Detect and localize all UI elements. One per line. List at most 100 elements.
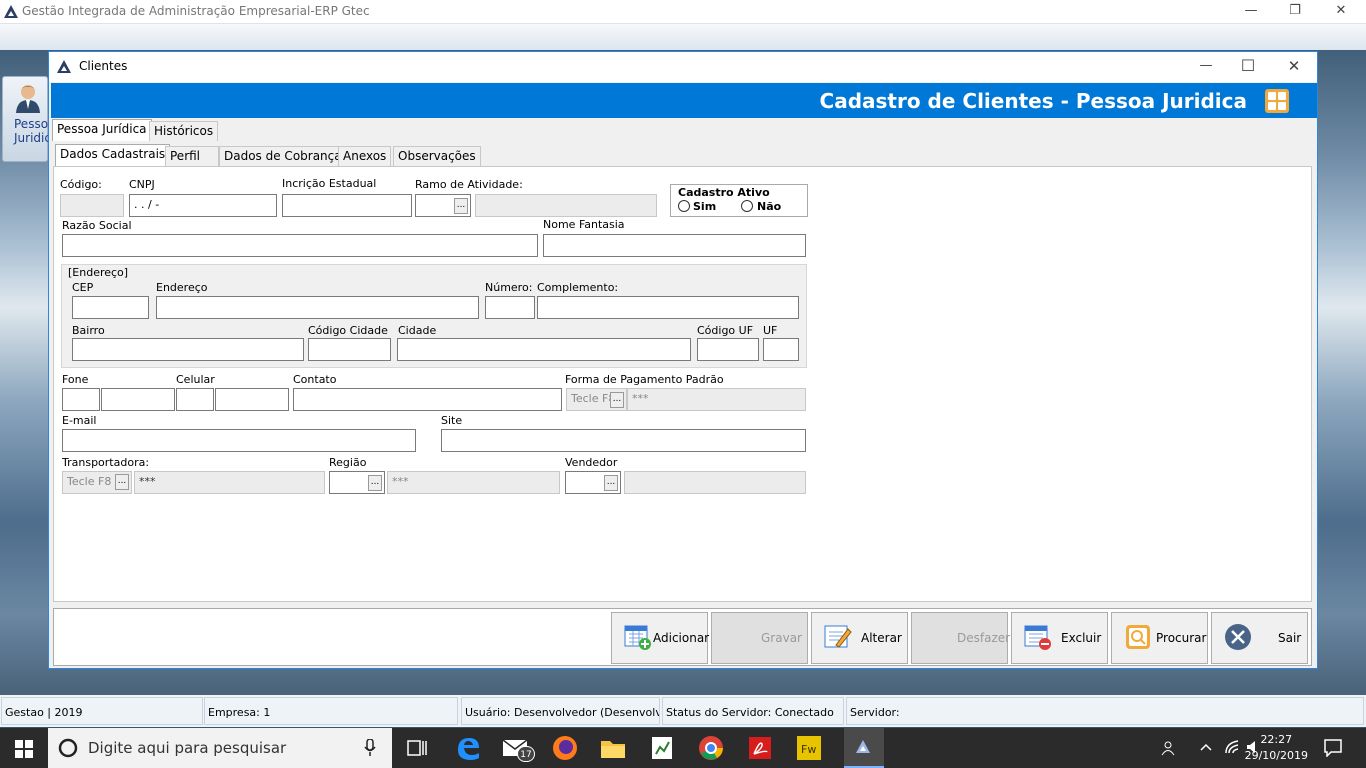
excluir-button[interactable]: Excluir xyxy=(1011,612,1108,664)
desfazer-label: Desfazer xyxy=(957,631,1011,645)
spreadsheet-icon[interactable] xyxy=(648,734,676,762)
codigo-uf-field[interactable] xyxy=(697,338,759,361)
cadastro-ativo-group: Cadastro Ativo Sim Não xyxy=(670,184,808,217)
fantasia-label: Nome Fantasia xyxy=(543,218,625,231)
microphone-icon[interactable] xyxy=(364,739,376,757)
status-gestao: Gestao | 2019 xyxy=(1,697,203,725)
transportadora-label: Transportadora: xyxy=(62,456,150,469)
child-minimize-button[interactable]: — xyxy=(1183,55,1229,77)
tab-pessoa-juridica[interactable]: Pessoa Jurídica xyxy=(52,119,152,141)
edge-icon[interactable] xyxy=(454,734,482,762)
clock-time: 22:27 xyxy=(1260,733,1293,746)
cidade-field[interactable] xyxy=(397,338,691,361)
mail-app[interactable]: 17 xyxy=(502,734,535,762)
task-view-icon[interactable] xyxy=(403,734,431,762)
clock-date: 29/10/2019 xyxy=(1244,749,1308,762)
wifi-icon[interactable] xyxy=(1224,739,1240,755)
people-icon[interactable] xyxy=(1161,740,1179,756)
taskbar: Digite aqui para pesquisar 17 Fw 22:27 2… xyxy=(0,728,1366,768)
cidade-label: Cidade xyxy=(398,324,437,337)
person-icon xyxy=(16,85,40,113)
regiao-lookup-button[interactable]: ... xyxy=(368,475,382,491)
taskbar-clock[interactable]: 22:27 29/10/2019 xyxy=(1245,732,1308,764)
celular-ddd-field[interactable] xyxy=(176,388,214,411)
ramo-lookup-button[interactable]: ... xyxy=(454,198,468,214)
endereco-group: [Endereço] CEP Endereço Número: Compleme… xyxy=(61,264,807,368)
sair-button[interactable]: Sair xyxy=(1211,612,1308,664)
desfazer-button[interactable]: Desfazer xyxy=(911,612,1011,664)
taskbar-search-box[interactable]: Digite aqui para pesquisar xyxy=(48,728,392,768)
ie-field[interactable] xyxy=(282,194,412,217)
codigo-cidade-field[interactable] xyxy=(308,338,391,361)
fireworks-icon[interactable]: Fw xyxy=(795,734,823,762)
child-window-title: Clientes xyxy=(79,59,128,73)
cadastro-ativo-title: Cadastro Ativo xyxy=(678,186,770,199)
main-close-button[interactable]: ✕ xyxy=(1318,0,1364,22)
cnpj-field[interactable]: . . / - xyxy=(129,194,277,217)
razao-social-field[interactable] xyxy=(62,234,538,257)
cep-field[interactable] xyxy=(72,296,149,319)
adicionar-button[interactable]: Adicionar xyxy=(611,612,709,664)
tab-dados-cobranca[interactable]: Dados de Cobrança xyxy=(219,146,347,166)
child-titlebar: Clientes — ☐ ✕ xyxy=(49,52,1317,82)
ramo-code-field[interactable]: ... xyxy=(415,194,471,217)
procurar-button[interactable]: Procurar xyxy=(1111,612,1208,664)
windows-start-icon[interactable] xyxy=(15,740,33,758)
mail-badge: 17 xyxy=(517,746,535,762)
contato-field[interactable] xyxy=(293,388,562,411)
notifications-icon[interactable] xyxy=(1324,739,1342,757)
complemento-field[interactable] xyxy=(537,296,799,319)
regiao-code-field[interactable]: ... xyxy=(329,471,385,494)
main-restore-button[interactable]: ❐ xyxy=(1272,0,1318,22)
forma-pagamento-lookup-button[interactable]: ... xyxy=(610,392,624,408)
tab-anexos[interactable]: Anexos xyxy=(338,146,392,166)
fone-ddd-field[interactable] xyxy=(62,388,100,411)
numero-field[interactable] xyxy=(485,296,535,319)
vendedor-lookup-button[interactable]: ... xyxy=(604,475,618,491)
tab-historicos[interactable]: Históricos xyxy=(149,121,219,141)
ativo-nao-radio[interactable] xyxy=(741,200,753,212)
main-ribbon xyxy=(0,24,1366,50)
chrome-icon[interactable] xyxy=(697,734,725,762)
firefox-icon[interactable] xyxy=(551,734,579,762)
ativo-sim-radio[interactable] xyxy=(678,200,690,212)
erp-taskbar-app[interactable] xyxy=(844,728,884,768)
celular-label: Celular xyxy=(176,373,215,386)
vendedor-desc-field xyxy=(624,471,806,494)
gravar-button[interactable]: Gravar xyxy=(711,612,808,664)
tab-perfil[interactable]: Perfil xyxy=(165,146,219,166)
banner: Cadastro de Clientes - Pessoa Juridica xyxy=(51,83,1317,118)
file-explorer-icon[interactable] xyxy=(599,734,627,762)
transportadora-lookup-button[interactable]: ... xyxy=(115,474,129,490)
endereco-field[interactable] xyxy=(156,296,479,319)
fone-label: Fone xyxy=(62,373,89,386)
email-label: E-mail xyxy=(62,414,97,427)
numero-label: Número: xyxy=(485,281,533,294)
main-window-title: Gestão Integrada de Administração Empres… xyxy=(22,4,370,18)
child-close-button[interactable]: ✕ xyxy=(1271,55,1317,77)
excluir-label: Excluir xyxy=(1061,631,1102,645)
bairro-field[interactable] xyxy=(72,338,304,361)
tab-dados-cadastrais[interactable]: Dados Cadastrais xyxy=(55,144,171,166)
side-button-pessoa-juridica[interactable]: Pessoa Juridica xyxy=(2,76,58,162)
email-field[interactable] xyxy=(62,429,416,452)
site-field[interactable] xyxy=(441,429,806,452)
pdf-reader-icon[interactable] xyxy=(746,734,774,762)
main-minimize-button[interactable]: — xyxy=(1228,0,1274,22)
ie-label: Incrição Estadual xyxy=(282,177,377,190)
codigo-label: Código: xyxy=(60,178,102,191)
svg-text:Fw: Fw xyxy=(801,743,816,756)
vendedor-code-field[interactable]: ... xyxy=(565,471,621,494)
fone-field[interactable] xyxy=(101,388,175,411)
cep-label: CEP xyxy=(72,281,94,294)
codigo-field[interactable] xyxy=(60,194,124,217)
calculator-icon xyxy=(1265,89,1289,113)
child-maximize-button[interactable]: ☐ xyxy=(1225,55,1271,77)
nome-fantasia-field[interactable] xyxy=(543,234,806,257)
tab-observacoes[interactable]: Observações xyxy=(393,146,481,166)
celular-field[interactable] xyxy=(215,388,289,411)
uf-field[interactable] xyxy=(763,338,799,361)
chevron-up-icon[interactable] xyxy=(1199,741,1213,753)
action-bar: Adicionar Gravar Alterar Desfazer Exclui… xyxy=(53,608,1312,666)
alterar-button[interactable]: Alterar xyxy=(811,612,908,664)
